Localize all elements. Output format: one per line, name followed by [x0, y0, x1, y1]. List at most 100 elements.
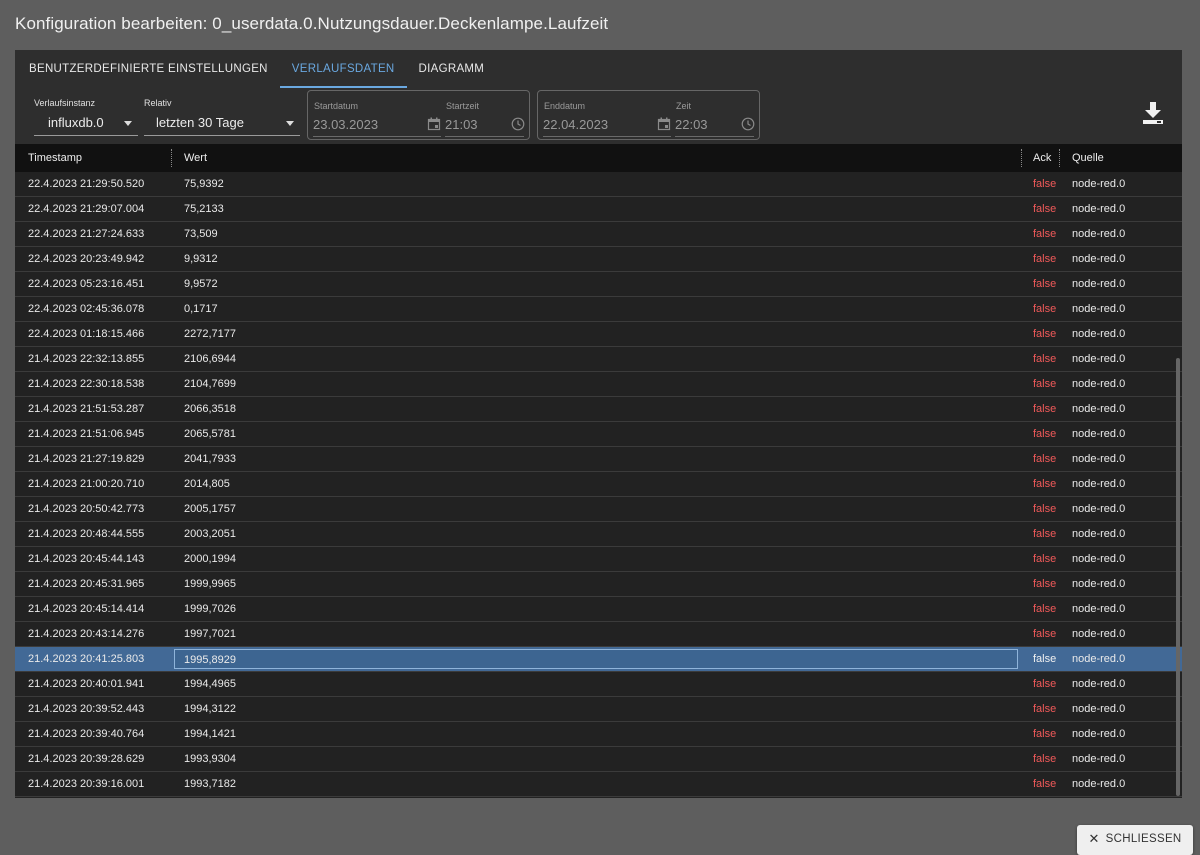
table-row[interactable]: 21.4.2023 22:30:18.538 2104,7699 false node… — [15, 372, 1182, 397]
cell-value: 1994,1421 — [184, 728, 236, 740]
cell-timestamp: 21.4.2023 20:43:14.276 — [28, 628, 145, 640]
table-row[interactable]: 21.4.2023 20:41:25.803 1995,8929 false node… — [15, 647, 1182, 672]
table-row[interactable]: 21.4.2023 20:39:52.443 1994,3122 false node… — [15, 697, 1182, 722]
cell-value: 9,9312 — [184, 253, 218, 265]
table-row[interactable]: 21.4.2023 21:51:06.945 2065,5781 false node… — [15, 422, 1182, 447]
clock-icon[interactable] — [511, 117, 525, 131]
download-icon[interactable] — [1140, 100, 1166, 126]
relative-label: Relativ — [144, 98, 172, 108]
cell-source: node-red.0 — [1072, 478, 1126, 490]
cell-value[interactable]: 1995,8929 — [174, 649, 1018, 669]
cell-timestamp: 21.4.2023 20:45:31.965 — [28, 578, 145, 590]
cell-ack: false — [1033, 753, 1057, 765]
table-row[interactable]: 22.4.2023 21:29:50.520 75,9392 false node-r… — [15, 172, 1182, 197]
tab-custom-settings[interactable]: BENUTZERDEFINIERTE EINSTELLUNGEN — [17, 50, 280, 88]
cell-value: 0,1717 — [184, 303, 218, 315]
end-date-input[interactable]: 22.04.2023 — [543, 117, 671, 137]
cell-timestamp: 21.4.2023 20:39:28.629 — [28, 753, 145, 765]
cell-ack: false — [1033, 678, 1057, 690]
cell-value: 2066,3518 — [184, 403, 236, 415]
cell-ack: false — [1033, 778, 1057, 790]
cell-ack: false — [1033, 728, 1057, 740]
cell-value: 2005,1757 — [184, 503, 236, 515]
cell-source: node-red.0 — [1072, 678, 1126, 690]
cell-timestamp: 21.4.2023 20:39:40.764 — [28, 728, 145, 740]
table-row[interactable]: 21.4.2023 20:40:01.941 1994,4965 false node… — [15, 672, 1182, 697]
cell-value: 1999,9965 — [184, 578, 236, 590]
cell-source: node-red.0 — [1072, 203, 1126, 215]
cell-ack: false — [1033, 553, 1057, 565]
table-row[interactable]: 22.4.2023 01:18:15.466 2272,7177 false node… — [15, 322, 1182, 347]
cell-value: 2000,1994 — [184, 553, 236, 565]
column-separator[interactable] — [1059, 149, 1060, 167]
start-date-label: Startdatum — [314, 101, 359, 111]
column-header-timestamp[interactable]: Timestamp — [28, 144, 82, 172]
column-separator[interactable] — [1021, 149, 1022, 167]
cell-timestamp: 22.4.2023 20:23:49.942 — [28, 253, 145, 265]
cell-source: node-red.0 — [1072, 778, 1126, 790]
cell-source: node-red.0 — [1072, 253, 1126, 265]
clock-icon[interactable] — [741, 117, 755, 131]
column-header-ack[interactable]: Ack — [1033, 144, 1051, 172]
cell-source: node-red.0 — [1072, 278, 1126, 290]
table-row[interactable]: 21.4.2023 21:51:53.287 2066,3518 false node… — [15, 397, 1182, 422]
table-row[interactable]: 21.4.2023 21:27:19.829 2041,7933 false node… — [15, 447, 1182, 472]
table-row[interactable]: 21.4.2023 20:45:44.143 2000,1994 false node… — [15, 547, 1182, 572]
chevron-down-icon — [286, 121, 294, 126]
table-row[interactable]: 22.4.2023 21:29:07.004 75,2133 false node-r… — [15, 197, 1182, 222]
cell-ack: false — [1033, 628, 1057, 640]
cell-value: 2106,6944 — [184, 353, 236, 365]
table-row[interactable]: 21.4.2023 20:43:14.276 1997,7021 false node… — [15, 622, 1182, 647]
table-row[interactable]: 21.4.2023 20:39:40.764 1994,1421 false node… — [15, 722, 1182, 747]
instance-select[interactable]: influxdb.0 — [34, 110, 138, 136]
cell-ack: false — [1033, 328, 1057, 340]
cell-timestamp: 21.4.2023 20:45:14.414 — [28, 603, 145, 615]
table-row[interactable]: 22.4.2023 02:45:36.078 0,1717 false node-re… — [15, 297, 1182, 322]
table-row[interactable]: 21.4.2023 20:45:31.965 1999,9965 false node… — [15, 572, 1182, 597]
cell-source: node-red.0 — [1072, 628, 1126, 640]
table-row[interactable]: 22.4.2023 20:23:49.942 9,9312 false node-re… — [15, 247, 1182, 272]
cell-timestamp: 22.4.2023 05:23:16.451 — [28, 278, 145, 290]
start-date-input[interactable]: 23.03.2023 — [313, 117, 441, 137]
cell-value: 2272,7177 — [184, 328, 236, 340]
relative-select-value: letzten 30 Tage — [156, 115, 244, 130]
cell-value: 1997,7021 — [184, 628, 236, 640]
column-header-value[interactable]: Wert — [184, 144, 207, 172]
relative-select[interactable]: letzten 30 Tage — [144, 110, 300, 136]
table-row[interactable]: 21.4.2023 20:48:44.555 2003,2051 false node… — [15, 522, 1182, 547]
cell-source: node-red.0 — [1072, 753, 1126, 765]
tab-chart[interactable]: DIAGRAMM — [407, 50, 497, 88]
cell-value: 1994,3122 — [184, 703, 236, 715]
scrollbar[interactable] — [1176, 358, 1180, 796]
table-row[interactable]: 21.4.2023 20:50:42.773 2005,1757 false node… — [15, 497, 1182, 522]
cell-value: 2065,5781 — [184, 428, 236, 440]
table-row[interactable]: 21.4.2023 20:45:14.414 1999,7026 false node… — [15, 597, 1182, 622]
cell-source: node-red.0 — [1072, 503, 1126, 515]
cell-timestamp: 22.4.2023 21:29:07.004 — [28, 203, 145, 215]
tab-history-data[interactable]: VERLAUFSDATEN — [279, 50, 407, 88]
calendar-icon[interactable] — [657, 117, 671, 131]
table-row[interactable]: 22.4.2023 05:23:16.451 9,9572 false node-re… — [15, 272, 1182, 297]
tab-bar: BENUTZERDEFINIERTE EINSTELLUNGEN VERLAUF… — [15, 50, 1182, 88]
calendar-icon[interactable] — [427, 117, 441, 131]
cell-timestamp: 21.4.2023 21:00:20.710 — [28, 478, 145, 490]
cell-value: 1993,9304 — [184, 753, 236, 765]
cell-timestamp: 21.4.2023 20:39:16.001 — [28, 778, 145, 790]
cell-ack: false — [1033, 378, 1057, 390]
cell-timestamp: 21.4.2023 20:45:44.143 — [28, 553, 145, 565]
cell-source: node-red.0 — [1072, 303, 1126, 315]
table-row[interactable]: 22.4.2023 21:27:24.633 73,509 false node-re… — [15, 222, 1182, 247]
instance-label: Verlaufsinstanz — [34, 98, 96, 108]
close-button[interactable]: ✕ SCHLIESSEN — [1077, 825, 1193, 855]
table-row[interactable]: 21.4.2023 20:39:16.001 1993,7182 false node… — [15, 772, 1182, 797]
column-separator[interactable] — [171, 149, 172, 167]
cell-source: node-red.0 — [1072, 403, 1126, 415]
table-row[interactable]: 21.4.2023 22:32:13.855 2106,6944 false node… — [15, 347, 1182, 372]
table-row[interactable]: 21.4.2023 21:00:20.710 2014,805 false node-… — [15, 472, 1182, 497]
column-header-source[interactable]: Quelle — [1072, 144, 1104, 172]
end-time-label: Zeit — [676, 101, 692, 111]
start-time-label: Startzeit — [446, 101, 480, 111]
cell-ack: false — [1033, 278, 1057, 290]
table-row[interactable]: 21.4.2023 20:39:28.629 1993,9304 false node… — [15, 747, 1182, 772]
cell-value: 1994,4965 — [184, 678, 236, 690]
